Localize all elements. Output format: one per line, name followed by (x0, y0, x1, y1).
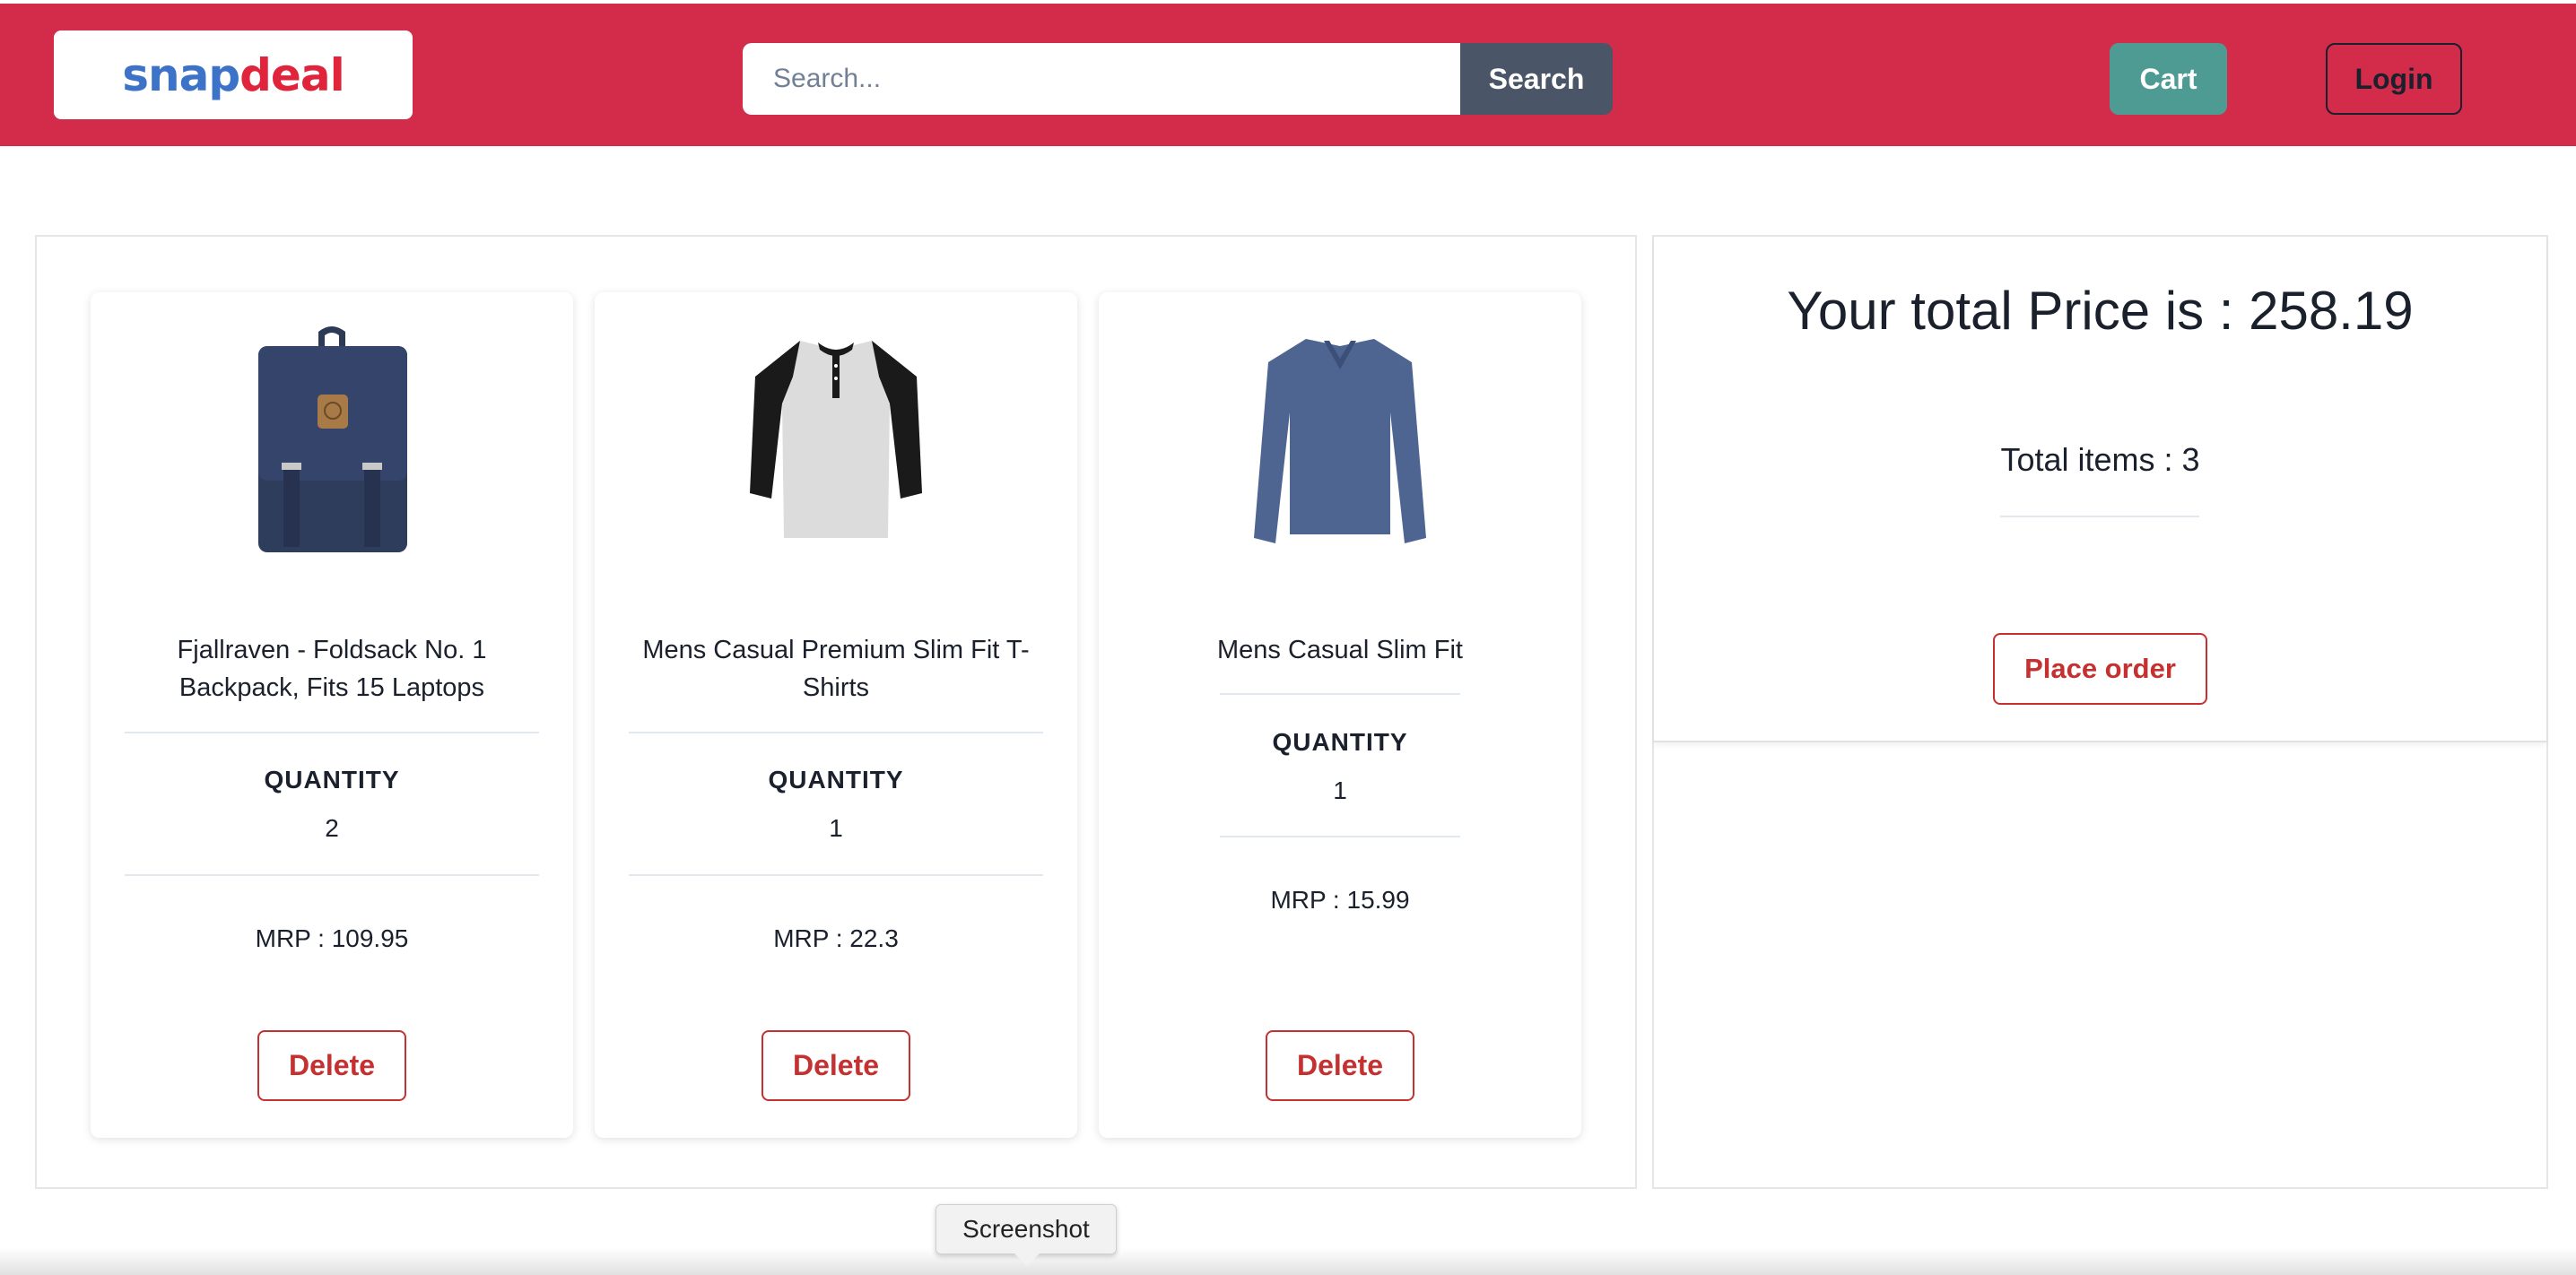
product-mrp: MRP : 22.3 (773, 924, 899, 952)
delete-button[interactable]: Delete (257, 1030, 406, 1101)
divider (1220, 836, 1460, 837)
snapdeal-logo[interactable]: snapdeal (54, 30, 413, 119)
bottom-shade (0, 1248, 2576, 1275)
cart-item-card: Mens Casual Slim Fit QUANTITY 1 MRP : 15… (1099, 292, 1581, 1138)
divider (1220, 693, 1460, 695)
divider (2000, 516, 2199, 517)
cart-item-card: Mens Casual Premium Slim Fit T-Shirts QU… (595, 292, 1077, 1138)
divider (125, 732, 539, 733)
top-navbar: snapdeal Search Cart Login (0, 4, 2576, 146)
product-title: Mens Casual Premium Slim Fit T-Shirts (642, 636, 1030, 702)
quantity-value: 1 (1333, 776, 1347, 804)
backpack-image (258, 326, 407, 552)
quantity-label: QUANTITY (264, 766, 400, 794)
logo-deal-text: deal (239, 48, 345, 101)
order-summary-card: Your total Price is : 258.19 Total items… (1654, 237, 2546, 742)
tooltip-arrow (1014, 1253, 1040, 1266)
search-button[interactable]: Search (1460, 43, 1613, 115)
product-title: Mens Casual Slim Fit (1217, 636, 1463, 664)
login-button[interactable]: Login (2326, 43, 2462, 115)
quantity-label: QUANTITY (1272, 728, 1408, 756)
screenshot-tooltip: Screenshot (936, 1204, 1117, 1254)
divider (629, 874, 1043, 876)
product-mrp: MRP : 15.99 (1270, 886, 1410, 914)
divider (125, 874, 539, 876)
quantity-label: QUANTITY (768, 766, 904, 794)
raglan-tshirt-image (750, 341, 922, 538)
product-mrp: MRP : 109.95 (255, 924, 409, 952)
order-summary-panel: Your total Price is : 258.19 Total items… (1652, 235, 2548, 1189)
cart-item-card: Fjallraven - Foldsack No. 1 Backpack, Fi… (91, 292, 573, 1138)
quantity-value: 2 (325, 814, 339, 842)
logo-snap-text: snap (122, 48, 240, 101)
product-title: Fjallraven - Foldsack No. 1 Backpack, Fi… (177, 636, 487, 702)
total-items: Total items : 3 (2000, 441, 2200, 478)
cart-button[interactable]: Cart (2110, 43, 2227, 115)
divider (629, 732, 1043, 733)
delete-button[interactable]: Delete (761, 1030, 910, 1101)
place-order-button[interactable]: Place order (1993, 633, 2207, 705)
delete-button[interactable]: Delete (1266, 1030, 1414, 1101)
total-price: Your total Price is : 258.19 (1787, 281, 2414, 341)
search-input[interactable] (743, 43, 1460, 115)
long-sleeve-shirt-image (1254, 339, 1426, 543)
cart-items-panel: Fjallraven - Foldsack No. 1 Backpack, Fi… (35, 235, 1637, 1189)
quantity-value: 1 (829, 814, 843, 842)
